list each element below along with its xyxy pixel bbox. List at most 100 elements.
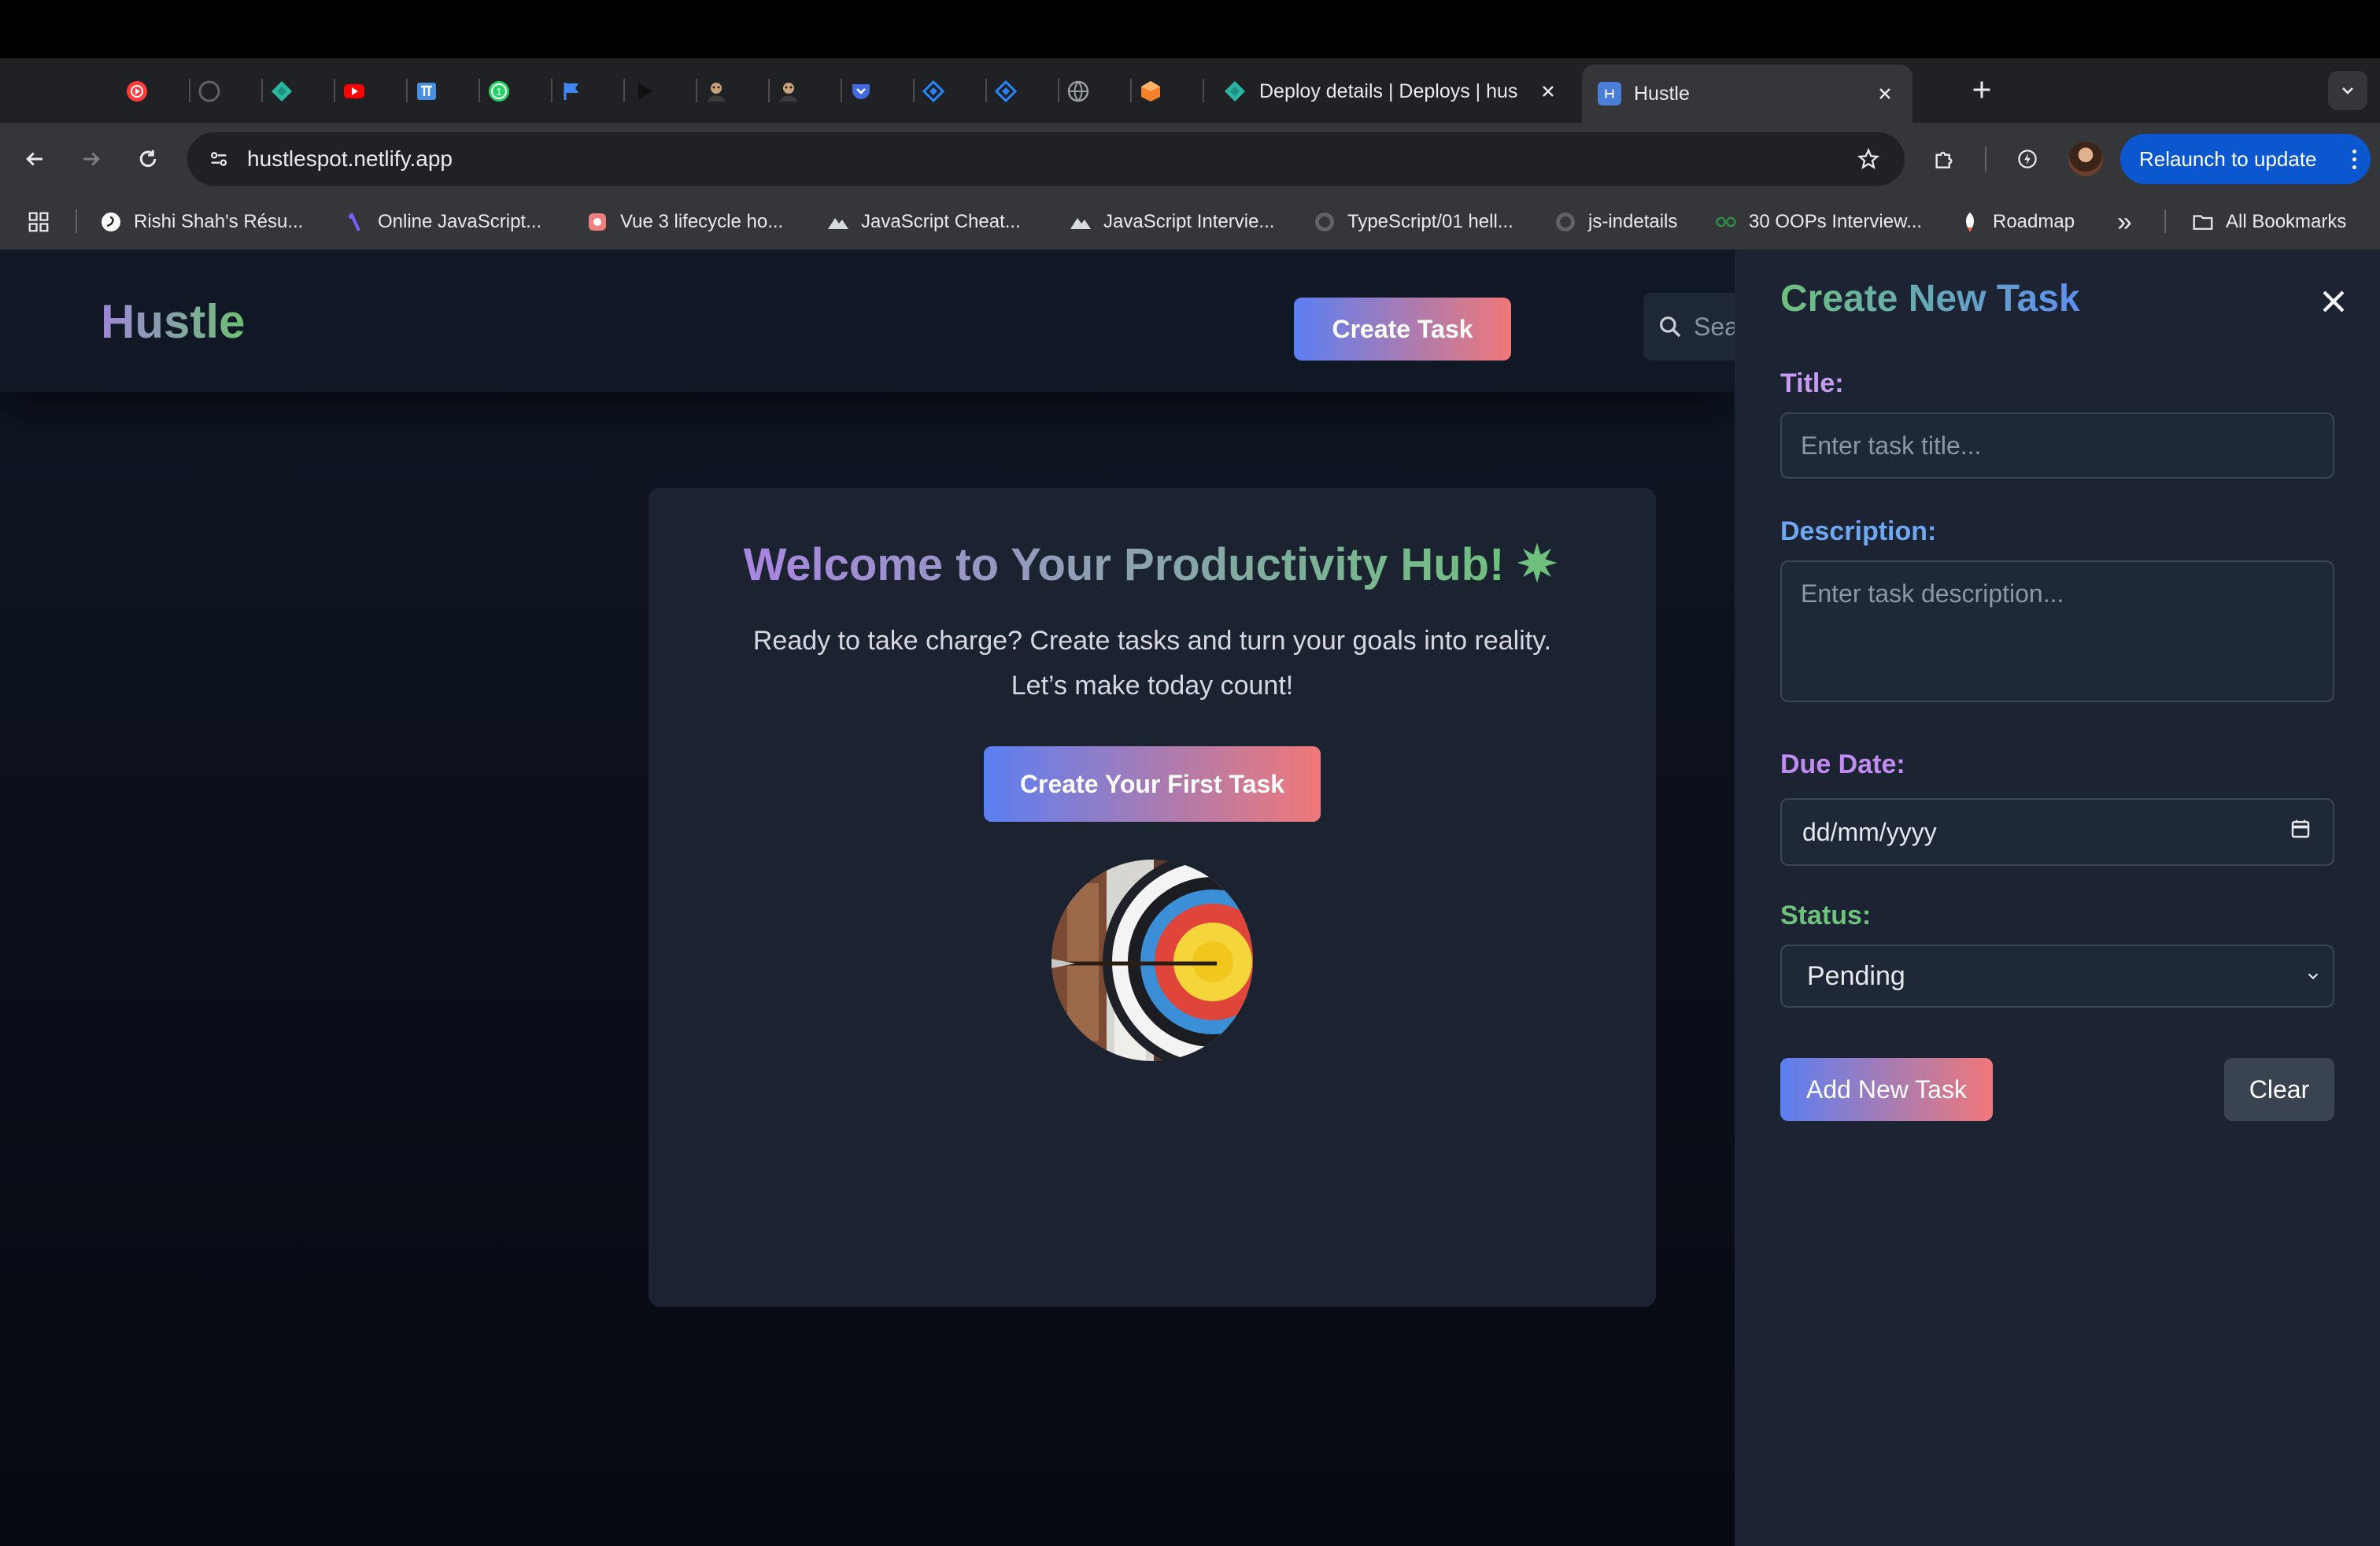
subtitle-line: Let’s make today count! [1011,671,1294,701]
app-header: Hustle Create Task Sea [0,250,1801,392]
github-icon[interactable] [192,76,227,107]
performance-icon[interactable] [2009,140,2046,178]
rocket-icon [1958,210,1982,234]
tab-hustle[interactable]: Hustle [1582,65,1913,123]
macos-menu-bar [0,0,2380,58]
tab-divider [189,79,190,102]
more-bookmarks-button[interactable]: » [2117,205,2132,239]
reload-button[interactable] [128,139,168,179]
bookmark-item[interactable]: js-indetails [1554,205,1677,239]
tab-divider [985,79,987,102]
bookmark-item[interactable]: 30 OOPs Interview... [1714,205,1922,239]
apps-grid-icon[interactable] [27,205,50,239]
profile-avatar[interactable] [2068,142,2103,176]
whatsapp-icon[interactable]: 1 [482,76,516,107]
flag-icon[interactable] [554,76,589,107]
more-options-icon[interactable] [2352,149,2356,169]
toolbar-divider [1985,146,1986,172]
monkeytype-icon[interactable] [409,76,444,107]
title-input[interactable] [1780,412,2334,479]
site-settings-icon[interactable] [203,143,235,175]
add-new-task-button[interactable]: Add New Task [1780,1058,1993,1121]
web-page: Hustle Create Task Sea Welcome to Your P… [0,250,2380,1546]
new-tab-button[interactable] [1964,72,1999,107]
code-icon [343,210,367,234]
tab-divider [623,79,625,102]
relaunch-label: Relaunch to update [2139,146,2317,171]
app-logo[interactable]: Hustle [101,294,245,349]
welcome-card: Welcome to Your Productivity Hub! Ready … [649,488,1656,1307]
svg-text:1: 1 [496,86,501,98]
calendar-icon[interactable] [2289,817,2312,847]
bookmark-item[interactable]: Online JavaScript... [343,205,541,239]
tab-divider [479,79,480,102]
bookmark-item[interactable]: JavaScript Cheat... [826,205,1021,239]
description-label: Description: [1780,516,1937,546]
extensions-icon[interactable] [1925,140,1963,178]
box-icon[interactable] [1133,76,1168,107]
bookmark-label: TypeScript/01 hell... [1347,211,1513,232]
tab-divider [768,79,770,102]
tab-divider [1130,79,1132,102]
folder-icon [2191,210,2215,234]
address-bar[interactable]: hustlespot.netlify.app [187,132,1905,186]
search-placeholder: Sea [1694,312,1739,341]
bookmark-item[interactable]: Roadmap [1958,205,2075,239]
tab-divider [913,79,915,102]
title-label: Title: [1780,368,1844,398]
bookmark-label: Rishi Shah's Résu... [134,211,304,232]
welcome-title: Welcome to Your Productivity Hub! [743,539,1505,590]
netlify-icon[interactable] [264,76,299,107]
description-textarea[interactable] [1780,560,2334,702]
relaunch-button[interactable]: Relaunch to update [2120,134,2371,184]
forward-button[interactable] [71,139,112,179]
clear-button[interactable]: Clear [2224,1058,2334,1121]
play-icon[interactable] [626,76,661,107]
tab-title: Hustle [1634,82,1690,105]
welcome-heading: Welcome to Your Productivity Hub! [649,538,1656,591]
bookmark-item[interactable]: TypeScript/01 hell... [1313,205,1513,239]
bookmark-star-icon[interactable] [1851,142,1886,176]
youtube-music-icon[interactable] [120,76,154,107]
youtube-icon[interactable] [337,76,371,107]
close-icon[interactable] [1536,80,1560,103]
close-icon[interactable] [1873,82,1897,105]
bookmark-item[interactable]: Vue 3 lifecycle ho... [586,205,783,239]
status-label: Status: [1780,901,1872,930]
bookmark-label: Roadmap [1993,211,2075,232]
create-task-button[interactable]: Create Task [1294,298,1511,361]
bookmark-label: js-indetails [1588,211,1678,232]
pocket-icon[interactable] [844,76,878,107]
bookmark-label: JavaScript Cheat... [861,211,1021,232]
bookmark-item[interactable]: JavaScript Intervie... [1069,205,1274,239]
create-first-task-button[interactable]: Create Your First Task [984,746,1321,822]
jira-icon[interactable] [916,76,951,107]
vue-icon [586,210,609,234]
all-bookmarks-label: All Bookmarks [2226,211,2347,232]
github-icon [1313,210,1336,234]
tab-divider [696,79,697,102]
chevron-down-icon [2304,961,2322,992]
bookmark-item[interactable]: Rishi Shah's Résu... [99,205,303,239]
jira-icon[interactable] [989,76,1023,107]
back-button[interactable] [14,139,55,179]
github-icon [1554,210,1577,234]
sparkle-icon [1517,542,1558,583]
tab-deploy-details[interactable]: Deploy details | Deploys | hus [1209,69,1574,113]
app-icon [1598,82,1621,105]
panel-title: Create New Task [1780,278,2080,320]
due-date-input[interactable]: dd/mm/yyyy [1780,798,2334,866]
bookmark-label: 30 OOPs Interview... [1749,211,1923,232]
tab-divider [406,79,408,102]
status-select[interactable]: Pending [1780,945,2334,1008]
tab-search-button[interactable] [2328,71,2367,110]
mountain-icon [826,210,850,234]
globe-icon[interactable] [1061,76,1096,107]
all-bookmarks-button[interactable]: All Bookmarks [2191,205,2346,239]
avatar-icon[interactable] [699,76,734,107]
resume-icon [99,210,123,234]
avatar-icon[interactable] [771,76,806,107]
url-text: hustlespot.netlify.app [247,146,453,171]
bookmark-label: Vue 3 lifecycle ho... [620,211,784,232]
close-icon[interactable] [2314,282,2353,321]
